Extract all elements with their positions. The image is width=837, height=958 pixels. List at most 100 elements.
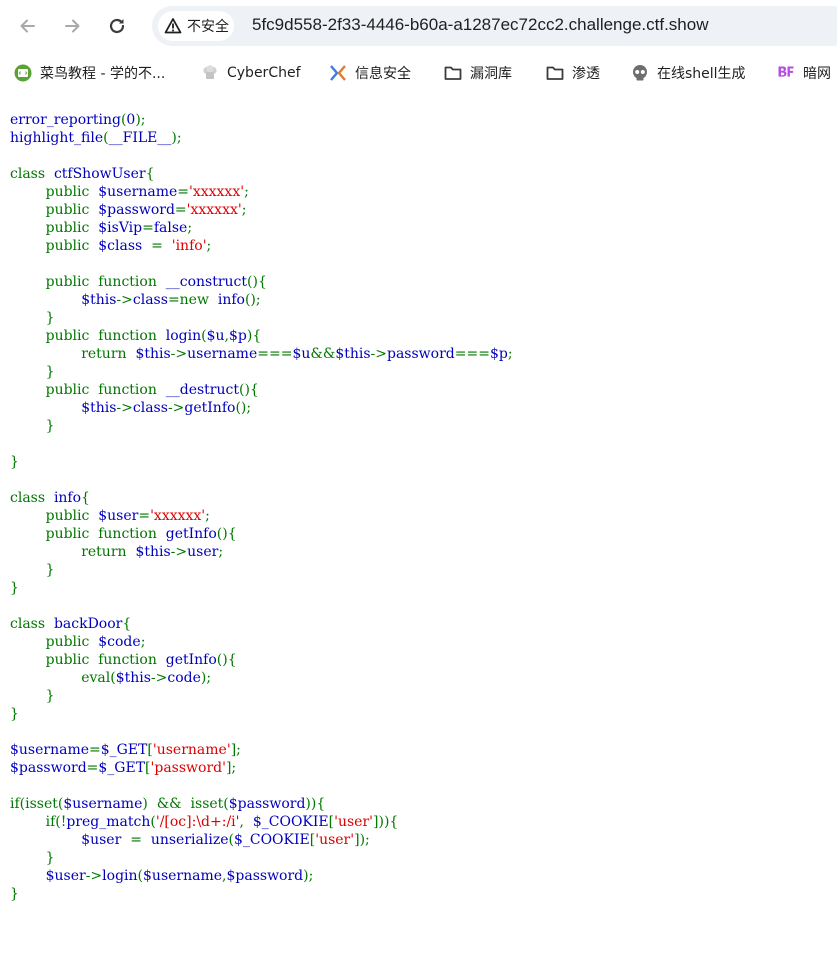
code-token: public	[10, 508, 99, 524]
code-token: }	[10, 580, 19, 596]
code-token: $code	[98, 634, 141, 650]
code-token: $password	[228, 796, 306, 812]
code-token: }	[10, 310, 55, 326]
code-token: $p	[228, 328, 247, 344]
bookmarks-bar: 菜鸟教程 - 学的不... CyberChef 信息安全 漏洞库 渗透 在线sh…	[0, 56, 837, 90]
code-token: class	[132, 292, 168, 308]
code-token: &&	[310, 346, 336, 362]
code-line: }	[10, 418, 55, 434]
code-token: ===	[257, 346, 293, 362]
code-line: $user->login($username,$password);	[10, 868, 314, 884]
security-indicator[interactable]: 不安全	[158, 11, 234, 41]
code-token: $username	[98, 184, 178, 200]
code-token: public	[10, 634, 99, 650]
bookmark-cyberchef[interactable]: CyberChef	[201, 56, 301, 90]
code-token: (){	[247, 274, 267, 290]
code-token: __FILE__	[108, 130, 172, 146]
bookmark-darkweb[interactable]: 暗网	[777, 56, 831, 90]
code-token: 'xxxxxx'	[189, 184, 245, 200]
code-token: ;	[507, 346, 513, 362]
code-token: =	[174, 202, 187, 218]
code-line: }	[10, 580, 19, 596]
code-token: class	[10, 490, 54, 506]
code-token: $this	[115, 670, 151, 686]
code-token: password	[387, 346, 455, 362]
code-token: ();	[244, 292, 261, 308]
code-token: {	[122, 616, 132, 632]
bookmark-label: 信息安全	[355, 66, 411, 82]
code-line: public function getInfo(){	[10, 652, 237, 668]
code-token: $user	[98, 508, 139, 524]
reload-button[interactable]	[102, 11, 132, 41]
code-token: public	[10, 202, 99, 218]
bookmark-runoob[interactable]: 菜鸟教程 - 学的不...	[14, 56, 165, 90]
code-token: );	[200, 670, 212, 686]
code-token: =	[86, 760, 99, 776]
code-token: (){	[216, 526, 237, 542]
code-token: ;	[187, 220, 193, 236]
code-line: class ctfShowUser{	[10, 166, 155, 182]
code-token: __construct	[165, 274, 248, 290]
code-token: )){	[305, 796, 326, 812]
code-line: public function getInfo(){	[10, 526, 237, 542]
code-token: ];	[225, 760, 237, 776]
code-token: (){	[216, 652, 237, 668]
code-token: ->	[85, 868, 103, 884]
bookmark-infosec[interactable]: 信息安全	[329, 56, 411, 90]
code-line: }	[10, 562, 55, 578]
code-line: $this->class->getInfo();	[10, 400, 251, 416]
back-button[interactable]	[13, 11, 43, 41]
code-token: public	[10, 184, 99, 200]
code-token: ;	[205, 508, 210, 524]
browser-toolbar: 不安全 5fc9d558-2f33-4446-b60a-a1287ec72cc2…	[0, 0, 837, 52]
folder-icon	[444, 64, 462, 82]
php-source-code: error_reporting(0); highlight_file(__FIL…	[10, 111, 513, 903]
code-token: class	[10, 616, 54, 632]
code-token: $this	[135, 346, 171, 362]
code-token: getInfo	[165, 526, 217, 542]
code-line: public function __destruct(){	[10, 382, 259, 398]
code-line: public $class = 'info';	[10, 238, 212, 254]
code-token: highlight_file	[10, 130, 104, 146]
code-token: $_COOKIE	[233, 832, 310, 848]
code-token: ->	[116, 292, 133, 308]
bookmark-folder-vulndb[interactable]: 漏洞库	[444, 56, 512, 90]
code-token: =	[130, 832, 151, 848]
code-token: ->	[116, 400, 133, 416]
code-token: {	[145, 166, 155, 182]
code-token: ->	[170, 544, 188, 560]
code-token: ]);	[354, 832, 370, 848]
address-bar[interactable]: 不安全 5fc9d558-2f33-4446-b60a-a1287ec72cc2…	[152, 6, 837, 46]
code-line: }	[10, 454, 19, 470]
code-token: public function	[10, 382, 166, 398]
code-token: info	[53, 490, 82, 506]
security-label: 不安全	[187, 19, 229, 35]
bookmark-shell-gen[interactable]: 在线shell生成	[631, 56, 746, 90]
code-token: }	[10, 418, 55, 434]
code-token: $username	[63, 796, 143, 812]
code-token: =	[177, 184, 189, 200]
code-line: }	[10, 850, 55, 866]
code-token: }	[10, 886, 19, 902]
bookmark-folder-pentest[interactable]: 渗透	[546, 56, 600, 90]
runoob-icon	[14, 64, 32, 82]
code-line: error_reporting(0);	[10, 112, 146, 128]
code-token: public function	[10, 526, 166, 542]
code-token: (){	[238, 382, 259, 398]
forward-button[interactable]	[57, 11, 87, 41]
code-line: eval($this->code);	[10, 670, 211, 686]
code-token: $user	[45, 868, 86, 884]
ctf-logo-icon	[329, 64, 347, 82]
code-token: class	[132, 400, 168, 416]
code-token: $p	[489, 346, 508, 362]
chef-hat-icon	[201, 64, 219, 82]
code-token: $this	[135, 544, 171, 560]
code-token: ->	[150, 670, 168, 686]
code-token: $u	[206, 328, 225, 344]
code-token: login	[102, 868, 138, 884]
url-text[interactable]: 5fc9d558-2f33-4446-b60a-a1287ec72cc2.cha…	[252, 15, 709, 35]
code-token: $_GET	[98, 760, 146, 776]
code-token: ;	[244, 184, 249, 200]
code-token: class	[10, 166, 54, 182]
code-line: public $user='xxxxxx';	[10, 508, 210, 524]
